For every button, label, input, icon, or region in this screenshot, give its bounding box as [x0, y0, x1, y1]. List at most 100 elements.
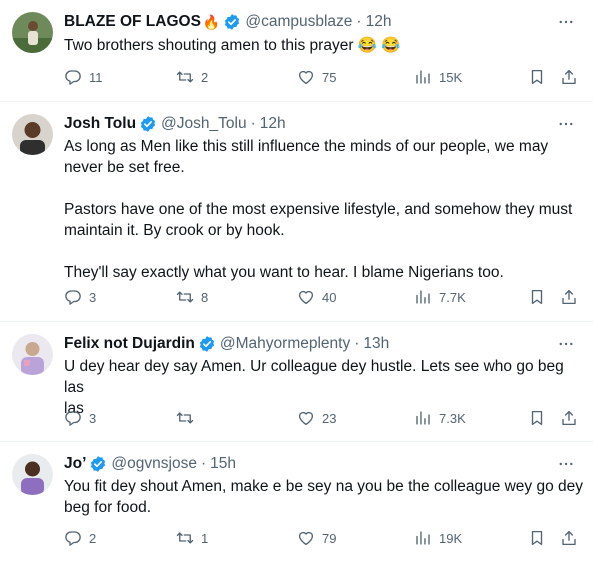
reply-count: 3: [89, 289, 97, 305]
timestamp[interactable]: 12h: [260, 115, 286, 133]
retweet-button[interactable]: 1: [176, 527, 208, 549]
reply-button[interactable]: 2: [64, 527, 96, 549]
avatar[interactable]: [12, 12, 53, 53]
view-count: 7.7K: [439, 289, 466, 305]
reply-icon: [65, 531, 81, 546]
more-icon[interactable]: [555, 13, 577, 31]
more-icon[interactable]: [555, 335, 577, 353]
like-button[interactable]: 23: [297, 407, 336, 429]
tweet[interactable]: Josh Tolu @Josh_Tolu · 12h As long as Me…: [0, 102, 593, 322]
action-bar: 11 2 75 15K: [64, 66, 584, 88]
verified-badge-icon: [198, 335, 216, 353]
views-button[interactable]: 7.7K: [414, 286, 466, 308]
share-button[interactable]: [560, 286, 578, 308]
display-name[interactable]: Felix not Dujardin: [64, 335, 195, 353]
reply-icon: [65, 70, 81, 85]
verified-badge-icon: [223, 13, 241, 31]
like-button[interactable]: 40: [297, 286, 336, 308]
display-name[interactable]: Josh Tolu: [64, 115, 136, 133]
display-name[interactable]: Jo’: [64, 455, 86, 473]
retweet-icon: [176, 291, 194, 303]
views-button[interactable]: 19K: [414, 527, 462, 549]
bookmark-button[interactable]: [528, 66, 546, 88]
views-icon: [416, 70, 430, 84]
retweet-count: 1: [201, 530, 209, 546]
views-icon: [416, 290, 430, 304]
share-icon: [562, 289, 576, 305]
reply-count: 11: [89, 69, 103, 85]
share-icon: [562, 69, 576, 85]
tweet[interactable]: BLAZE OF LAGOS 🔥 @campusblaze · 12h Two …: [0, 0, 593, 102]
retweet-icon: [176, 412, 194, 424]
action-bar: 3 23 7.3K: [64, 407, 584, 429]
user-handle[interactable]: @Josh_Tolu: [161, 115, 247, 133]
share-button[interactable]: [560, 527, 578, 549]
avatar[interactable]: [12, 334, 53, 375]
more-icon[interactable]: [555, 455, 577, 473]
separator-dot: ·: [250, 115, 256, 132]
action-bar: 3 8 40 7.7K: [64, 286, 584, 308]
like-button[interactable]: 79: [297, 527, 336, 549]
retweet-icon: [176, 532, 194, 544]
view-count: 19K: [439, 530, 463, 546]
reply-icon: [65, 411, 81, 426]
reply-count: 3: [89, 410, 97, 426]
reply-button[interactable]: 11: [64, 66, 103, 88]
user-handle[interactable]: @Mahyormeplenty: [220, 335, 350, 353]
retweet-count: 2: [201, 69, 209, 85]
retweet-icon: [176, 71, 194, 83]
action-bar: 2 1 79 19K: [64, 527, 584, 549]
tweet[interactable]: Jo’ @ogvnsjose · 15h You fit dey shout A…: [0, 442, 593, 565]
bookmark-icon: [531, 530, 543, 546]
display-name[interactable]: BLAZE OF LAGOS: [64, 13, 201, 31]
separator-dot: ·: [356, 13, 362, 30]
user-handle[interactable]: @ogvnsjose: [111, 455, 197, 473]
verified-badge-icon: [139, 115, 157, 133]
bookmark-icon: [531, 69, 543, 85]
view-count: 7.3K: [439, 410, 466, 426]
share-button[interactable]: [560, 66, 578, 88]
timestamp[interactable]: 13h: [363, 335, 389, 353]
bookmark-icon: [531, 289, 543, 305]
views-button[interactable]: 7.3K: [414, 407, 466, 429]
tweet-text: You fit dey shout Amen, make e be sey na…: [64, 478, 584, 516]
user-handle[interactable]: @campusblaze: [245, 13, 352, 31]
reply-icon: [65, 290, 81, 305]
retweet-button[interactable]: [176, 407, 201, 429]
retweet-button[interactable]: 2: [176, 66, 208, 88]
verified-badge-icon: [89, 455, 107, 473]
like-icon: [298, 411, 314, 426]
views-icon: [416, 411, 430, 425]
bookmark-button[interactable]: [528, 407, 546, 429]
like-count: 79: [322, 530, 337, 546]
like-icon: [298, 531, 314, 546]
views-icon: [416, 531, 430, 545]
avatar[interactable]: [12, 114, 53, 155]
tweet[interactable]: Felix not Dujardin @Mahyormeplenty · 13h…: [0, 322, 593, 442]
bookmark-button[interactable]: [528, 286, 546, 308]
like-count: 40: [322, 289, 337, 305]
tweet-text: As long as Men like this still influence…: [64, 138, 573, 281]
avatar[interactable]: [12, 454, 53, 495]
view-count: 15K: [439, 69, 463, 85]
like-count: 75: [322, 69, 337, 85]
timestamp[interactable]: 15h: [210, 455, 236, 473]
like-count: 23: [322, 410, 337, 426]
bookmark-icon: [531, 410, 543, 426]
retweet-count: 8: [201, 289, 209, 305]
share-icon: [562, 410, 576, 426]
fire-emoji: 🔥: [202, 13, 221, 30]
like-button[interactable]: 75: [297, 66, 336, 88]
timestamp[interactable]: 12h: [366, 13, 392, 31]
retweet-button[interactable]: 8: [176, 286, 208, 308]
reply-button[interactable]: 3: [64, 407, 96, 429]
share-icon: [562, 530, 576, 546]
like-icon: [298, 70, 314, 85]
more-icon[interactable]: [555, 115, 577, 133]
separator-dot: ·: [354, 335, 360, 352]
reply-button[interactable]: 3: [64, 286, 96, 308]
views-button[interactable]: 15K: [414, 66, 462, 88]
bookmark-button[interactable]: [528, 527, 546, 549]
reply-count: 2: [89, 530, 97, 546]
share-button[interactable]: [560, 407, 578, 429]
